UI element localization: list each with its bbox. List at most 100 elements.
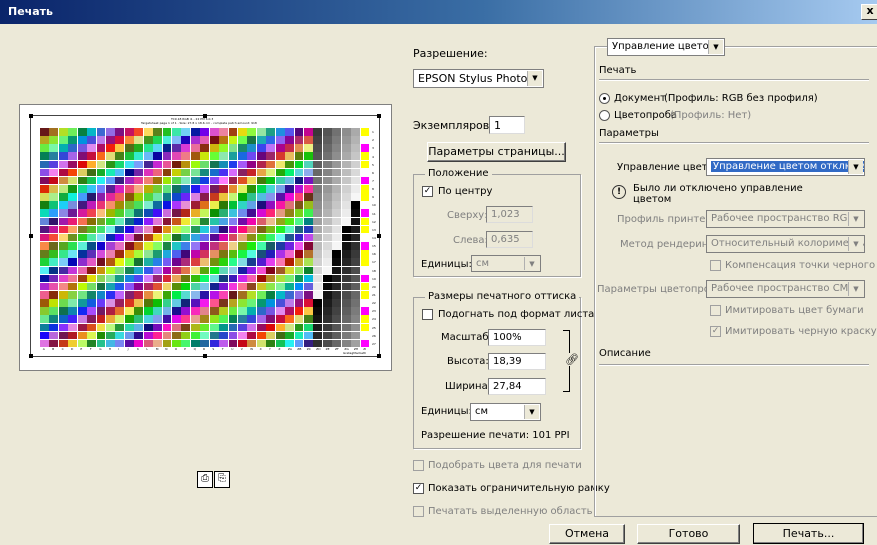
color-patch [275,201,285,209]
color-patch [68,315,78,323]
color-patch [322,233,332,242]
width-input[interactable]: 27,84 [488,378,546,395]
position-units-select[interactable]: см ▼ [471,255,541,272]
color-patch [247,307,257,315]
color-patch [351,250,360,258]
match-colors-checkbox[interactable] [413,460,424,471]
print-selected-checkbox[interactable] [413,506,424,517]
color-patch [256,152,266,160]
color-handling-select[interactable]: Управление цветом отключено ▼ [706,158,865,176]
scale-input[interactable]: 100% [488,329,546,346]
bounding-handle-mr[interactable] [377,234,381,238]
color-patch [77,217,87,226]
simulate-black-checkbox[interactable]: ✓ [710,326,721,337]
print-size-units-select[interactable]: см ▼ [470,403,541,421]
document-radio[interactable] [599,93,610,104]
color-patch [341,201,351,209]
color-patch [294,209,304,218]
color-patch [304,144,313,152]
landscape-orientation-icon[interactable]: ⎘ [214,471,230,488]
color-patch [134,185,144,193]
bounding-handle-tl[interactable] [29,114,33,118]
color-patch [285,331,294,340]
color-patch [322,136,332,144]
color-patch-grid [40,128,370,348]
done-button[interactable]: Готово [637,524,740,544]
chain-link-icon[interactable]: 🔗︎ [565,353,579,366]
color-patch [58,160,68,169]
bounding-handle-br[interactable] [377,354,381,358]
color-patch [228,193,238,201]
color-patch [58,307,68,315]
color-patch [58,282,68,291]
color-patch [134,250,144,258]
color-patch [181,242,191,250]
mode-select[interactable]: Управление цветом ▼ [607,38,725,56]
color-patch [49,209,59,218]
cancel-button[interactable]: Отмена [549,524,625,544]
left-input[interactable]: 0,635 [486,231,533,248]
copies-input[interactable]: 1 [489,116,525,134]
color-patch [134,160,144,169]
chevron-down-icon: ▼ [848,212,863,226]
color-patch [294,193,304,201]
close-button[interactable]: x [861,4,877,20]
color-patch [266,185,276,193]
color-patch [153,250,162,258]
copies-label: Экземпляров: [413,119,493,132]
color-patch [87,315,96,323]
color-patch [294,201,304,209]
color-patch [332,209,342,218]
black-point-checkbox[interactable] [710,260,721,271]
top-input[interactable]: 1,023 [486,206,533,223]
bounding-handle-bm[interactable] [203,354,207,358]
bounding-handle-tm[interactable] [203,114,207,118]
color-patch [294,168,304,177]
proof-setup-select[interactable]: Рабочее пространство CMYK ▼ [706,280,865,298]
color-patch [49,307,59,315]
proof-radio[interactable] [599,110,610,121]
color-patch [351,315,360,323]
bounding-handle-ml[interactable] [29,234,33,238]
color-patch [49,299,59,307]
printer-profile-select[interactable]: Рабочее пространство RGB - s... ▼ [706,210,865,228]
chevron-down-icon: ▼ [524,257,539,270]
portrait-orientation-icon[interactable]: ⎙ [197,471,213,488]
color-patch [115,323,125,332]
printer-select[interactable]: EPSON Stylus Photo... ▼ [413,69,544,88]
color-patch [190,258,200,266]
render-select[interactable]: Относительный колориметри... ▼ [706,235,865,253]
bounding-box-checkbox[interactable]: ✓ [413,483,424,494]
color-patch [77,152,87,160]
page-setup-button[interactable]: Параметры страницы... [427,142,566,162]
row-number: 7 [372,178,374,183]
color-patch [332,193,342,201]
color-patch [49,160,59,169]
simulate-paper-checkbox[interactable] [710,305,721,316]
color-patch [209,242,219,250]
color-patch [219,209,228,218]
bounding-handle-bl[interactable] [29,354,33,358]
bounding-handle-tr[interactable] [377,114,381,118]
color-patch [77,290,87,299]
color-patch [49,290,59,299]
fit-to-page-checkbox[interactable] [422,309,433,320]
color-patch [294,258,304,266]
color-patch [360,233,370,242]
center-checkbox[interactable]: ✓ [422,186,433,197]
height-input[interactable]: 18,39 [488,353,546,370]
color-patch [115,307,125,315]
color-patch [360,209,370,218]
color-patch [332,250,342,258]
color-patch [190,176,200,185]
color-patch [219,128,228,136]
color-patch [360,225,370,234]
print-button[interactable]: Печать... [753,523,864,544]
color-patch [247,193,257,201]
color-patch [275,307,285,315]
color-patch [275,233,285,242]
color-patch [341,242,351,250]
color-patch [68,217,78,226]
color-patch [96,331,106,340]
color-patch [115,193,125,201]
